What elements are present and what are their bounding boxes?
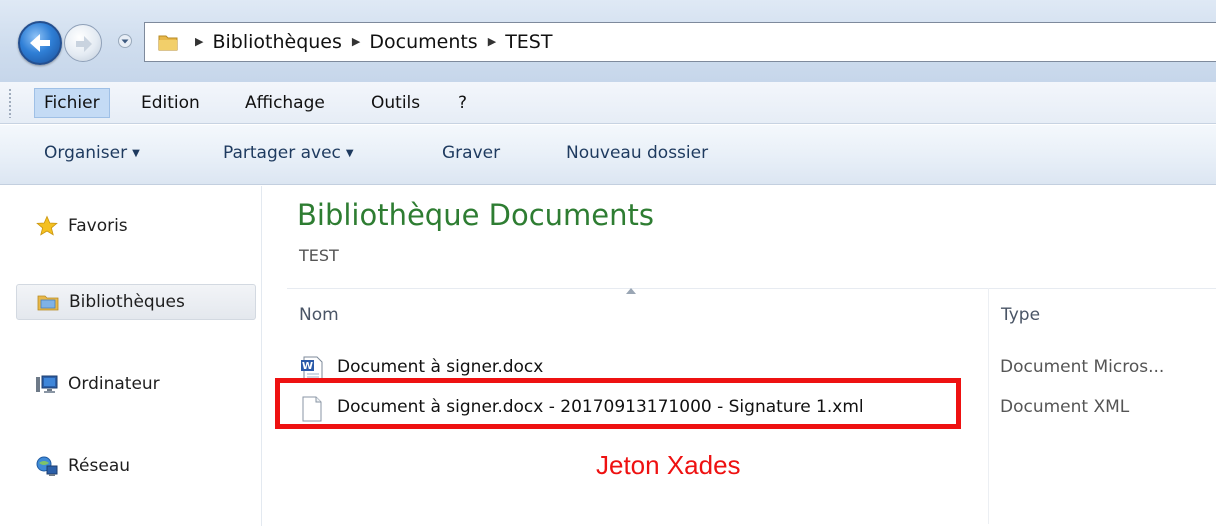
column-header-name[interactable]: Nom — [299, 305, 339, 325]
star-icon — [36, 215, 58, 236]
sort-arrow-icon — [626, 288, 636, 294]
annotation-label: Jeton Xades — [596, 450, 741, 480]
library-title: Bibliothèque Documents — [297, 198, 655, 232]
nav-label-libraries: Bibliothèques — [69, 292, 185, 312]
svg-text:W: W — [302, 361, 313, 372]
libraries-icon — [37, 295, 59, 311]
navigation-pane: Favoris Bibliothèques Ordinateur Réseau — [0, 186, 262, 526]
breadcrumb-arrow-icon[interactable]: ▶ — [195, 35, 203, 48]
breadcrumb-item-test[interactable]: TEST — [505, 31, 552, 53]
menu-item-edition[interactable]: Edition — [132, 88, 209, 118]
forward-icon — [76, 36, 92, 52]
breadcrumb-item-documents[interactable]: Documents — [369, 31, 477, 53]
column-header-type[interactable]: Type — [1001, 305, 1040, 325]
menu-bar: Fichier Edition Affichage Outils ? — [0, 82, 1216, 124]
menu-grip — [8, 88, 12, 118]
nav-item-libraries[interactable]: Bibliothèques — [16, 284, 256, 320]
network-icon — [36, 456, 58, 476]
nav-label-network: Réseau — [68, 456, 131, 476]
command-bar: Organiser ▼ Partager avec ▼ Graver Nouveau… — [0, 125, 1216, 185]
nav-item-network[interactable]: Réseau — [16, 448, 130, 484]
organize-button[interactable]: Organiser ▼ — [44, 143, 140, 163]
back-icon — [30, 34, 50, 52]
menu-item-outils[interactable]: Outils — [362, 88, 429, 118]
chevron-down-icon: ▼ — [132, 148, 140, 159]
organize-label: Organiser — [44, 143, 128, 163]
address-bar: ▶ Bibliothèques ▶ Documents ▶ TEST — [0, 0, 1216, 82]
column-header-divider — [287, 288, 1216, 289]
nav-item-computer[interactable]: Ordinateur — [16, 366, 160, 402]
breadcrumb-arrow-icon[interactable]: ▶ — [488, 35, 496, 48]
forward-button[interactable] — [64, 24, 102, 62]
file-type: Document Micros... — [1000, 357, 1165, 377]
menu-item-help[interactable]: ? — [449, 88, 476, 118]
breadcrumb-arrow-icon[interactable]: ▶ — [352, 35, 360, 48]
computer-icon — [36, 375, 58, 393]
chevron-down-icon: ▼ — [345, 148, 354, 159]
breadcrumb-item-libraries[interactable]: Bibliothèques — [212, 31, 341, 53]
back-button[interactable] — [18, 21, 62, 65]
address-field[interactable]: ▶ Bibliothèques ▶ Documents ▶ TEST — [144, 22, 1216, 62]
breadcrumb: ▶ Bibliothèques ▶ Documents ▶ TEST — [189, 23, 552, 61]
new-folder-button[interactable]: Nouveau dossier — [566, 143, 708, 163]
menu-item-fichier[interactable]: Fichier — [34, 88, 110, 118]
annotation-highlight-box — [275, 378, 961, 429]
burn-button[interactable]: Graver — [442, 143, 500, 163]
history-dropdown-icon[interactable] — [118, 34, 132, 48]
library-subtitle: TEST — [299, 246, 339, 265]
folder-icon — [158, 35, 178, 51]
share-label: Partager avec — [223, 143, 341, 163]
menu-item-affichage[interactable]: Affichage — [236, 88, 334, 118]
file-name: Document à signer.docx — [337, 357, 544, 377]
file-type: Document XML — [1000, 397, 1130, 417]
share-button[interactable]: Partager avec ▼ — [223, 143, 354, 163]
nav-item-favorites[interactable]: Favoris — [16, 208, 128, 244]
nav-label-computer: Ordinateur — [68, 374, 160, 394]
nav-label-favorites: Favoris — [68, 216, 128, 236]
